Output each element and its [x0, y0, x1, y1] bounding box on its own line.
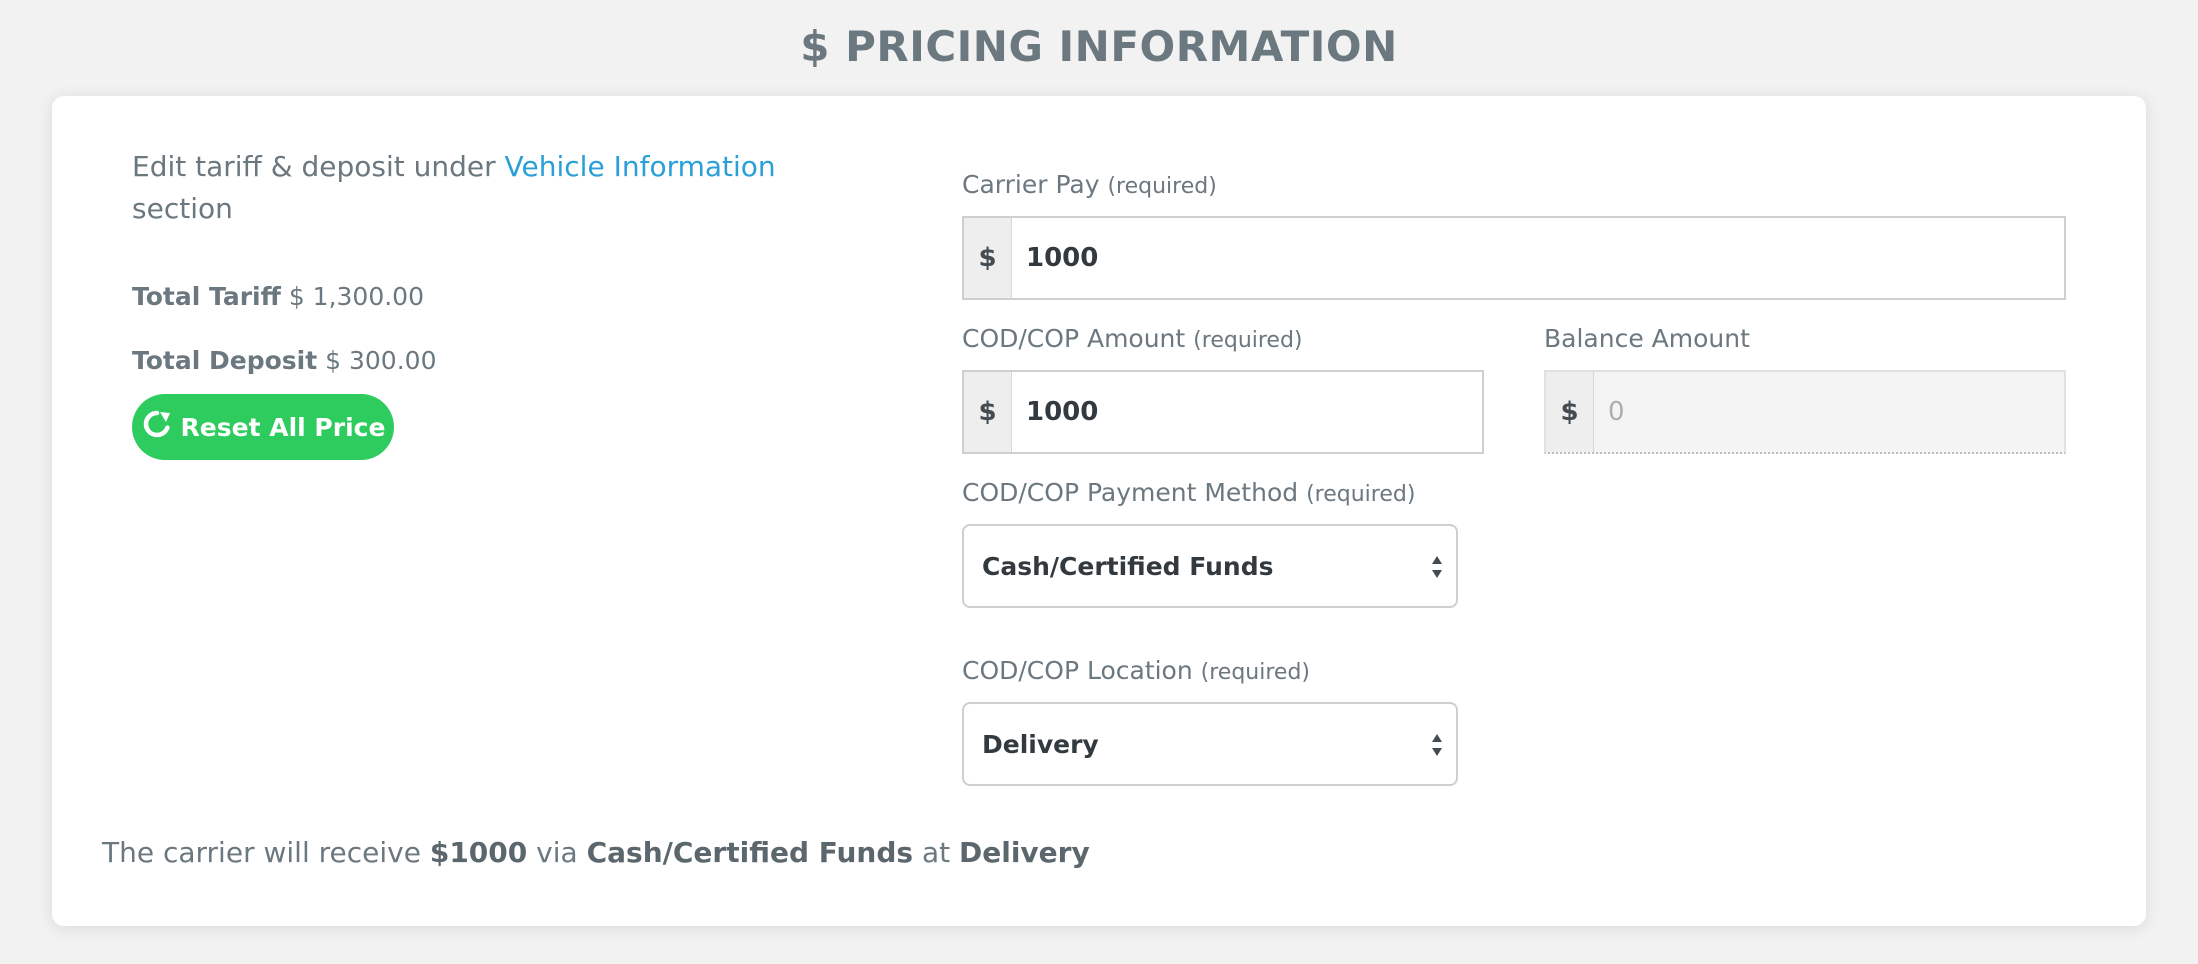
cod-amount-label-text: COD/COP Amount	[962, 324, 1186, 353]
location-label: COD/COP Location (required)	[962, 656, 1310, 685]
location-select[interactable]: Delivery	[962, 702, 1458, 786]
payment-method-required-hint: (required)	[1306, 482, 1416, 507]
cod-amount-input-group: $	[962, 370, 1484, 454]
note-suffix: section	[132, 192, 233, 225]
carrier-pay-label: Carrier Pay (required)	[962, 170, 1217, 199]
cod-amount-input[interactable]	[1012, 372, 1482, 452]
summary-method: Cash/Certified Funds	[586, 836, 914, 869]
total-deposit: Total Deposit $ 300.00	[132, 346, 436, 375]
carrier-pay-currency-prefix: $	[964, 218, 1012, 298]
carrier-pay-input-group: $	[962, 216, 2066, 300]
tariff-note: Edit tariff & deposit under Vehicle Info…	[132, 146, 852, 230]
summary-prefix: The carrier will receive	[102, 836, 421, 869]
refresh-icon	[141, 408, 173, 446]
balance-amount-currency-prefix: $	[1546, 372, 1594, 452]
total-deposit-label: Total Deposit	[132, 346, 318, 375]
total-tariff-label: Total Tariff	[132, 282, 281, 311]
balance-amount-label-text: Balance Amount	[1544, 324, 1750, 353]
total-tariff: Total Tariff $ 1,300.00	[132, 282, 424, 311]
up-down-arrows-icon	[1430, 732, 1444, 758]
total-deposit-value: $ 300.00	[325, 346, 437, 375]
location-required-hint: (required)	[1200, 660, 1311, 685]
location-selected: Delivery	[982, 729, 1099, 759]
reset-all-price-button[interactable]: Reset All Price	[132, 394, 394, 460]
payment-summary: The carrier will receive $1000 via Cash/…	[102, 836, 1090, 869]
summary-location: Delivery	[959, 836, 1090, 869]
payment-method-select[interactable]: Cash/Certified Funds	[962, 524, 1458, 608]
payment-method-selected: Cash/Certified Funds	[982, 551, 1274, 581]
up-down-arrows-icon	[1430, 554, 1444, 580]
balance-amount-input	[1594, 372, 2064, 452]
page-title: $ PRICING INFORMATION	[800, 22, 1398, 71]
carrier-pay-required-hint: (required)	[1107, 174, 1217, 199]
note-prefix: Edit tariff & deposit under	[132, 150, 496, 183]
payment-method-label: COD/COP Payment Method (required)	[962, 478, 1415, 507]
payment-method-label-text: COD/COP Payment Method	[962, 478, 1299, 507]
pricing-card: Edit tariff & deposit under Vehicle Info…	[52, 96, 2146, 926]
summary-amount: $1000	[429, 836, 528, 869]
carrier-pay-input[interactable]	[1012, 218, 2064, 298]
cod-amount-label: COD/COP Amount (required)	[962, 324, 1303, 353]
total-tariff-value: $ 1,300.00	[288, 282, 424, 311]
location-label-text: COD/COP Location	[962, 656, 1193, 685]
summary-at: at	[921, 836, 951, 869]
balance-amount-input-group: $	[1544, 370, 2066, 454]
cod-amount-required-hint: (required)	[1193, 328, 1303, 353]
reset-all-price-label: Reset All Price	[180, 412, 386, 442]
carrier-pay-label-text: Carrier Pay	[962, 170, 1100, 199]
balance-amount-label: Balance Amount	[1544, 324, 1750, 353]
summary-via: via	[536, 836, 578, 869]
vehicle-information-link[interactable]: Vehicle Information	[505, 150, 776, 183]
cod-amount-currency-prefix: $	[964, 372, 1012, 452]
